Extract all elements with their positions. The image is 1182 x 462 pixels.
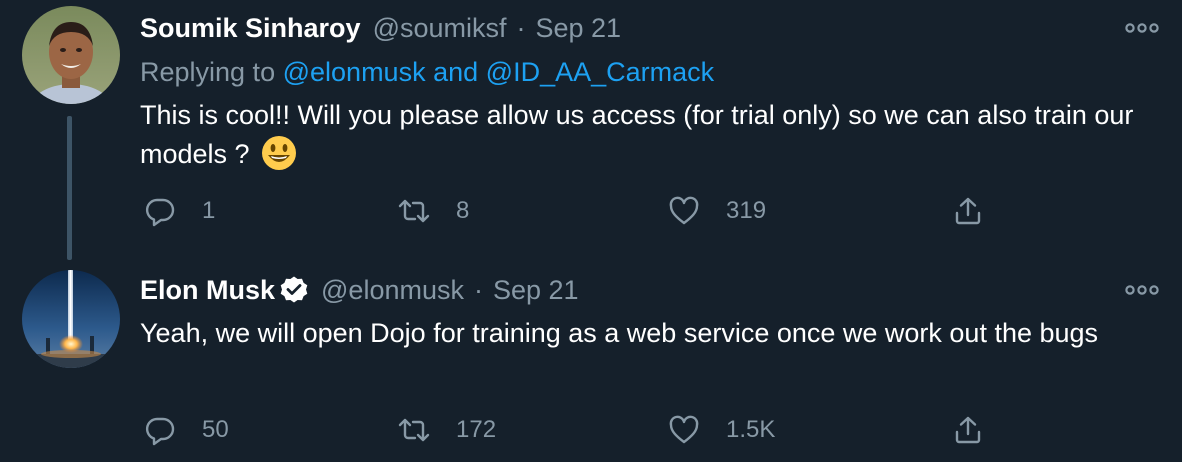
tweet-actions: 50 172 1.5K xyxy=(140,410,1140,450)
reply-icon xyxy=(145,198,175,227)
separator-dot: · xyxy=(516,13,526,43)
reply-button[interactable]: 1 xyxy=(144,191,215,231)
tweet-text: Yeah, we will open Dojo for training as … xyxy=(140,318,1099,348)
reply-icon xyxy=(145,417,175,446)
reply-button[interactable]: 50 xyxy=(144,410,229,450)
more-options-icon[interactable] xyxy=(1124,18,1160,38)
replying-to: Replying to @elonmusk and @ID_AA_Carmack xyxy=(140,55,714,89)
retweet-count: 172 xyxy=(456,416,497,443)
tweet[interactable]: Soumik Sinharoy @soumiksf · Sep 21 Reply… xyxy=(0,0,1182,260)
verified-badge-icon xyxy=(279,275,309,305)
like-button[interactable]: 1.5K xyxy=(668,410,775,450)
mention-link[interactable]: @ID_AA_Carmack xyxy=(486,57,714,87)
retweet-button[interactable]: 172 xyxy=(398,410,496,450)
user-handle[interactable]: @elonmusk xyxy=(321,273,464,307)
tweet-date[interactable]: Sep 21 xyxy=(536,11,622,45)
tweet-text: This is cool!! Will you please allow us … xyxy=(140,96,1160,174)
like-count: 1.5K xyxy=(726,416,776,443)
heart-icon xyxy=(669,196,699,225)
retweet-icon xyxy=(398,418,430,442)
more-options-icon[interactable] xyxy=(1124,280,1160,300)
tweet-header: Elon Musk @elonmusk · Sep 21 xyxy=(140,273,579,307)
like-button[interactable]: 319 xyxy=(668,191,766,231)
share-icon xyxy=(955,197,981,225)
smiley-emoji-icon xyxy=(261,135,297,171)
separator-dot: · xyxy=(473,275,483,305)
tweet[interactable]: Elon Musk @elonmusk · Sep 21 Yeah, we wi… xyxy=(0,262,1182,462)
retweet-icon xyxy=(398,199,430,223)
heart-icon xyxy=(669,415,699,444)
mention-link[interactable]: @elonmusk xyxy=(283,57,426,87)
share-button[interactable] xyxy=(952,191,984,231)
like-count: 319 xyxy=(726,197,767,224)
thread-connector-line xyxy=(67,116,72,260)
avatar[interactable] xyxy=(22,6,120,104)
tweet-header: Soumik Sinharoy @soumiksf · Sep 21 xyxy=(140,11,621,45)
user-handle[interactable]: @soumiksf xyxy=(373,11,507,45)
display-name[interactable]: Elon Musk xyxy=(140,273,275,307)
replying-to-label: Replying to xyxy=(140,57,276,87)
replying-and[interactable]: and xyxy=(433,57,478,87)
display-name[interactable]: Soumik Sinharoy xyxy=(140,11,361,45)
reply-count: 50 xyxy=(202,416,229,443)
tweet-date[interactable]: Sep 21 xyxy=(493,273,579,307)
tweet-actions: 1 8 319 xyxy=(140,191,1140,231)
reply-count: 1 xyxy=(202,197,216,224)
retweet-count: 8 xyxy=(456,197,470,224)
share-icon xyxy=(955,416,981,444)
avatar[interactable] xyxy=(22,270,120,368)
retweet-button[interactable]: 8 xyxy=(398,191,469,231)
share-button[interactable] xyxy=(952,410,984,450)
